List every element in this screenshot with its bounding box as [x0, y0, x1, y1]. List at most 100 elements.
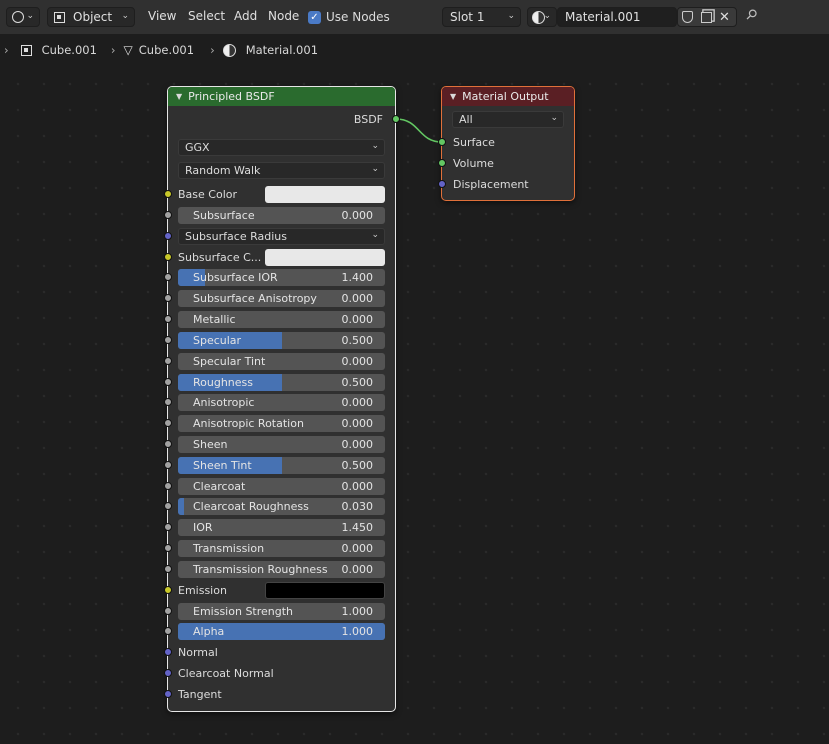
slider-label: Sheen Tint: [193, 459, 252, 472]
clearcoat-normal-socket[interactable]: [164, 669, 172, 677]
chevron-down-icon: ⌄: [371, 164, 379, 174]
slider-label: Specular: [193, 334, 242, 347]
value-slider[interactable]: Subsurface 0.000: [178, 207, 385, 224]
input-socket[interactable]: [164, 294, 172, 302]
input-socket[interactable]: [164, 273, 172, 281]
slider-label: Roughness: [193, 376, 254, 389]
value-slider[interactable]: Anisotropic Rotation 0.000: [178, 415, 385, 432]
distribution-value: GGX: [185, 141, 210, 154]
emission-strength-socket[interactable]: [164, 607, 172, 615]
emission-swatch[interactable]: [265, 582, 385, 599]
field-row: Roughness 0.500: [178, 374, 385, 391]
volume-input-socket[interactable]: [438, 159, 446, 167]
slider-value: 1.000: [341, 625, 374, 638]
input-socket[interactable]: [164, 482, 172, 490]
collapse-icon[interactable]: ▼: [176, 92, 182, 101]
slider-value: 0.500: [341, 334, 374, 347]
slider-label: Anisotropic Rotation: [193, 417, 304, 430]
bsdf-output-socket[interactable]: [392, 115, 400, 123]
base-color-swatch[interactable]: [265, 186, 385, 203]
collapse-icon[interactable]: ▼: [450, 92, 456, 101]
slider-label: Clearcoat: [193, 480, 246, 493]
input-socket[interactable]: [164, 336, 172, 344]
value-slider[interactable]: Subsurface IOR 1.400: [178, 269, 385, 286]
displacement-input-socket[interactable]: [438, 180, 446, 188]
bsdf-to-surface-link[interactable]: [395, 118, 443, 143]
chevron-down-icon: ⌄: [371, 230, 379, 240]
field-row: Alpha 1.000: [178, 623, 385, 640]
target-dropdown[interactable]: All ⌄: [452, 111, 564, 128]
slider-label: Transmission Roughness: [193, 563, 328, 576]
field-row: Subsurface 0.000: [178, 207, 385, 224]
subsurface-socket[interactable]: [164, 211, 172, 219]
value-slider[interactable]: Anisotropic 0.000: [178, 394, 385, 411]
field-row: Subsurface Anisotropy 0.000: [178, 290, 385, 307]
input-socket[interactable]: [164, 398, 172, 406]
input-socket[interactable]: [164, 357, 172, 365]
subsurface-method-dropdown[interactable]: Random Walk ⌄: [178, 162, 385, 179]
value-slider[interactable]: Clearcoat 0.000: [178, 478, 385, 495]
value-slider[interactable]: Clearcoat Roughness 0.030: [178, 498, 385, 515]
surface-input-socket[interactable]: [438, 138, 446, 146]
input-socket[interactable]: [164, 502, 172, 510]
value-slider[interactable]: Emission Strength 1.000: [178, 603, 385, 620]
base-color-row: Base Color: [178, 186, 385, 203]
value-slider[interactable]: Roughness 0.500: [178, 374, 385, 391]
distribution-dropdown[interactable]: GGX ⌄: [178, 139, 385, 156]
subsurface-radius-socket[interactable]: [164, 232, 172, 240]
value-slider[interactable]: Specular 0.500: [178, 332, 385, 349]
node-header[interactable]: ▼ Material Output: [442, 87, 574, 106]
value-slider[interactable]: IOR 1.450: [178, 519, 385, 536]
field-row: Anisotropic Rotation 0.000: [178, 415, 385, 432]
slider-value: 0.000: [341, 209, 374, 222]
subsurface-radius-dropdown[interactable]: Subsurface Radius ⌄: [178, 228, 385, 245]
slider-value: 0.000: [341, 438, 374, 451]
value-slider[interactable]: Specular Tint 0.000: [178, 353, 385, 370]
tangent-socket[interactable]: [164, 690, 172, 698]
input-socket[interactable]: [164, 419, 172, 427]
material-output-node[interactable]: ▼ Material Output All ⌄ Surface Volume Di…: [441, 86, 575, 201]
displacement-input-label: Displacement: [453, 178, 529, 191]
slider-value: 0.000: [341, 480, 374, 493]
alpha-socket[interactable]: [164, 627, 172, 635]
input-socket[interactable]: [164, 440, 172, 448]
emission-socket[interactable]: [164, 586, 172, 594]
value-slider[interactable]: Sheen Tint 0.500: [178, 457, 385, 474]
value-slider[interactable]: Transmission 0.000: [178, 540, 385, 557]
slider-value: 0.030: [341, 500, 374, 513]
value-slider[interactable]: Transmission Roughness 0.000: [178, 561, 385, 578]
input-socket[interactable]: [164, 315, 172, 323]
subsurface-color-row: Subsurface C...: [178, 249, 385, 266]
input-socket[interactable]: [164, 378, 172, 386]
field-row: Specular Tint 0.000: [178, 353, 385, 370]
field-row: Specular 0.500: [178, 332, 385, 349]
value-slider[interactable]: Metallic 0.000: [178, 311, 385, 328]
value-slider[interactable]: Sheen 0.000: [178, 436, 385, 453]
target-value: All: [459, 113, 473, 126]
slider-value: 1.450: [341, 521, 374, 534]
slider-value: 0.000: [341, 542, 374, 555]
input-socket[interactable]: [164, 461, 172, 469]
emission-label: Emission: [178, 584, 227, 597]
chevron-down-icon: ⌄: [371, 141, 379, 151]
slider-fill: [178, 498, 185, 515]
node-title: Principled BSDF: [188, 90, 275, 103]
subsurface-color-socket[interactable]: [164, 253, 172, 261]
base-color-label: Base Color: [178, 188, 238, 201]
tangent-label: Tangent: [178, 688, 222, 701]
node-header[interactable]: ▼ Principled BSDF: [168, 87, 395, 106]
principled-bsdf-node[interactable]: ▼ Principled BSDF BSDF GGX ⌄ Random Walk ⌄…: [167, 86, 396, 712]
input-socket[interactable]: [164, 544, 172, 552]
subsurface-color-swatch[interactable]: [265, 249, 385, 266]
subsurface-method-value: Random Walk: [185, 164, 261, 177]
value-slider[interactable]: Alpha 1.000: [178, 623, 385, 640]
field-row: Clearcoat 0.000: [178, 478, 385, 495]
normal-socket[interactable]: [164, 648, 172, 656]
slider-value: 0.000: [341, 417, 374, 430]
base-color-socket[interactable]: [164, 190, 172, 198]
value-slider[interactable]: Subsurface Anisotropy 0.000: [178, 290, 385, 307]
node-links: [395, 118, 443, 143]
input-socket[interactable]: [164, 565, 172, 573]
slider-label: IOR: [193, 521, 213, 534]
input-socket[interactable]: [164, 523, 172, 531]
